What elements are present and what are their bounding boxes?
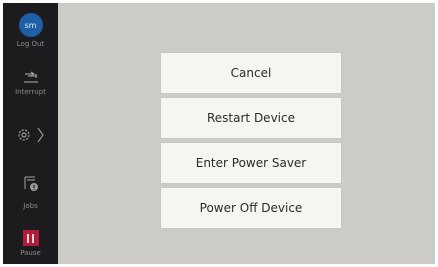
logout-label: Log Out — [16, 40, 45, 48]
sidebar: sm Log Out Interrupt Jobs Pause — [3, 3, 58, 264]
jobs-label: Jobs — [23, 202, 38, 210]
power-menu: Cancel Restart Device Enter Power Saver … — [161, 53, 341, 233]
enter-power-saver-button[interactable]: Enter Power Saver — [161, 143, 341, 183]
logout-nav[interactable]: sm Log Out — [3, 13, 58, 48]
user-avatar[interactable]: sm — [18, 13, 43, 37]
interrupt-nav[interactable]: Interrupt — [3, 69, 58, 96]
pause-nav[interactable]: Pause — [3, 230, 58, 257]
pause-label: Pause — [20, 249, 41, 257]
device-screen: sm Log Out Interrupt Jobs Pause Cancel R… — [3, 3, 435, 264]
restart-device-button[interactable]: Restart Device — [161, 98, 341, 138]
cancel-button[interactable]: Cancel — [161, 53, 341, 93]
settings-nav[interactable] — [3, 121, 58, 149]
settings-gear-icon — [17, 129, 30, 141]
chevron-right-icon — [37, 127, 44, 143]
interrupt-icon — [23, 71, 38, 83]
power-off-device-button[interactable]: Power Off Device — [161, 188, 341, 228]
pause-icon[interactable] — [22, 230, 39, 246]
jobs-nav[interactable]: Jobs — [3, 173, 58, 210]
jobs-printer-icon — [23, 176, 38, 191]
avatar-initials: sm — [24, 20, 37, 30]
interrupt-label: Interrupt — [15, 88, 46, 96]
